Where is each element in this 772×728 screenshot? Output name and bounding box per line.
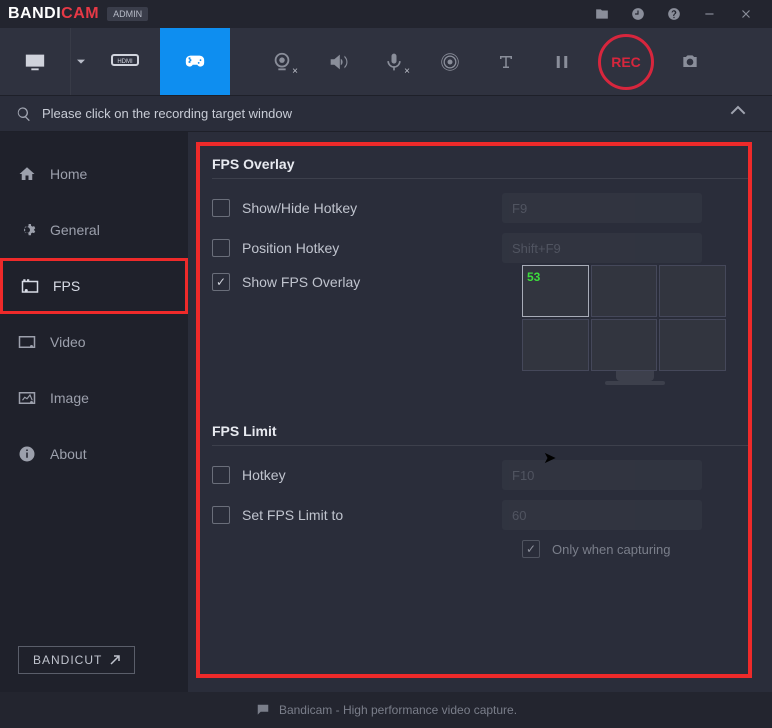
pos-top-center[interactable] xyxy=(591,265,658,317)
sidebar-item-label: Image xyxy=(50,390,89,406)
sidebar-item-label: Home xyxy=(50,166,87,182)
timer-icon[interactable] xyxy=(620,1,656,27)
svg-text:HDMI: HDMI xyxy=(117,59,133,65)
mic-icon[interactable]: × xyxy=(366,28,422,95)
sidebar-item-fps[interactable]: FPS xyxy=(0,258,188,314)
fps-limit-title: FPS Limit xyxy=(212,423,748,439)
sidebar-item-label: FPS xyxy=(53,278,80,294)
pos-top-right[interactable] xyxy=(659,265,726,317)
webcam-icon[interactable]: × xyxy=(254,28,310,95)
bandicut-label: BANDICUT xyxy=(33,653,102,667)
pos-bottom-center[interactable] xyxy=(591,319,658,371)
capture-icon[interactable] xyxy=(662,28,718,95)
sidebar-item-label: Video xyxy=(50,334,86,350)
position-checkbox[interactable] xyxy=(212,239,230,257)
mode-hdmi[interactable]: HDMI xyxy=(90,28,160,95)
footer-text: Bandicam - High performance video captur… xyxy=(279,703,517,717)
info-icon xyxy=(18,445,36,463)
video-icon xyxy=(18,333,36,351)
sidebar-item-video[interactable]: Video xyxy=(0,314,188,370)
sidebar-item-label: About xyxy=(50,446,87,462)
mode-screen[interactable] xyxy=(0,28,70,95)
overlay-position-grid: 53 xyxy=(522,265,726,371)
mode-screen-dropdown[interactable] xyxy=(70,28,90,95)
open-folder-icon[interactable] xyxy=(584,1,620,27)
pos-top-left[interactable]: 53 xyxy=(522,265,589,317)
fps-overlay-title: FPS Overlay xyxy=(212,156,748,172)
position-label: Position Hotkey xyxy=(242,240,502,256)
sidebar-item-about[interactable]: About xyxy=(0,426,188,482)
record-button[interactable]: REC xyxy=(598,34,654,90)
collapse-icon[interactable] xyxy=(730,103,756,124)
target-prompt[interactable]: Please click on the recording target win… xyxy=(42,106,730,121)
external-link-icon xyxy=(110,655,120,665)
limit-hotkey-checkbox[interactable] xyxy=(212,466,230,484)
text-icon[interactable] xyxy=(478,28,534,95)
set-limit-label: Set FPS Limit to xyxy=(242,507,502,523)
pos-bottom-left[interactable] xyxy=(522,319,589,371)
help-icon[interactable] xyxy=(656,1,692,27)
sidebar-item-label: General xyxy=(50,222,100,238)
show-overlay-label: Show FPS Overlay xyxy=(242,274,502,290)
show-overlay-checkbox[interactable] xyxy=(212,273,230,291)
bandicut-button[interactable]: BANDICUT xyxy=(18,646,135,674)
pos-bottom-right[interactable] xyxy=(659,319,726,371)
fps-icon xyxy=(21,277,39,295)
show-hide-label: Show/Hide Hotkey xyxy=(242,200,502,216)
show-hide-hotkey-input[interactable]: F9 xyxy=(502,193,702,223)
admin-badge: ADMIN xyxy=(107,7,148,21)
sidebar-item-general[interactable]: General xyxy=(0,202,188,258)
app-logo: BANDICAM xyxy=(8,5,99,23)
sidebar-item-image[interactable]: Image xyxy=(0,370,188,426)
set-limit-checkbox[interactable] xyxy=(212,506,230,524)
show-hide-checkbox[interactable] xyxy=(212,199,230,217)
chat-icon xyxy=(255,703,271,717)
pause-icon[interactable] xyxy=(534,28,590,95)
gear-icon xyxy=(18,221,36,239)
set-limit-input[interactable]: 60 xyxy=(502,500,702,530)
minimize-icon[interactable] xyxy=(692,1,728,27)
limit-hotkey-label: Hotkey xyxy=(242,467,502,483)
position-hotkey-input[interactable]: Shift+F9 xyxy=(502,233,702,263)
limit-hotkey-input[interactable]: F10 xyxy=(502,460,702,490)
sidebar-item-home[interactable]: Home xyxy=(0,146,188,202)
mouse-effect-icon[interactable] xyxy=(422,28,478,95)
speaker-icon[interactable] xyxy=(310,28,366,95)
home-icon xyxy=(18,165,36,183)
search-icon xyxy=(16,106,32,122)
only-capturing-checkbox[interactable] xyxy=(522,540,540,558)
image-icon xyxy=(18,389,36,407)
mode-game[interactable] xyxy=(160,28,230,95)
only-capturing-label: Only when capturing xyxy=(552,542,671,557)
close-icon[interactable] xyxy=(728,1,764,27)
